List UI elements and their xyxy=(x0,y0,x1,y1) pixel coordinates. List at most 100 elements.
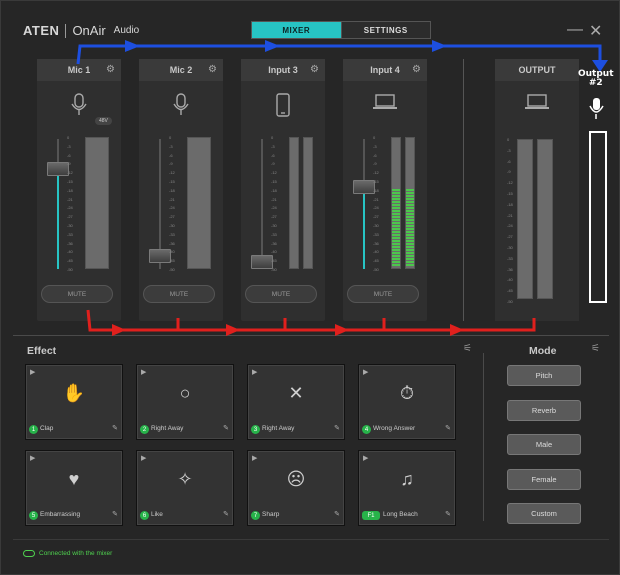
channel-1: Mic 1 ⚙ 48V 0 -3 -6 -9 -12 -15 -18 -21 -24 -27 -30… xyxy=(37,59,121,321)
mode-button-custom[interactable]: Custom xyxy=(507,503,581,524)
mute-button[interactable]: MUTE xyxy=(143,285,215,303)
edit-icon[interactable]: ✎ xyxy=(223,510,229,518)
mute-button[interactable]: MUTE xyxy=(41,285,113,303)
effect-card[interactable]: ▶ ✋ 1 Clap ✎ xyxy=(25,364,123,440)
effect-settings-icon[interactable]: ⚟ xyxy=(463,343,472,354)
channel-header: Input 4 ⚙ xyxy=(343,59,427,81)
gear-icon[interactable]: ⚙ xyxy=(208,64,217,75)
circle-icon: ○ xyxy=(179,383,191,403)
play-icon[interactable]: ▶ xyxy=(141,454,146,462)
phantom-power-badge[interactable]: 48V xyxy=(95,117,112,125)
effect-name: Long Beach xyxy=(383,511,418,518)
channel-header: Mic 2 ⚙ xyxy=(139,59,223,81)
effect-card[interactable]: ▶ ✕ 3 Right Away ✎ xyxy=(247,364,345,440)
link-icon xyxy=(23,550,35,557)
effect-number: 6 xyxy=(140,511,149,520)
effect-number: F1 xyxy=(362,511,380,520)
tab-settings[interactable]: SETTINGS xyxy=(340,22,430,38)
connection-status: Connected with the mixer xyxy=(23,550,112,557)
onair-audio-window: ATEN OnAir Audio MIXER SETTINGS — ✕ Mic … xyxy=(0,0,620,575)
play-icon[interactable]: ▶ xyxy=(363,368,368,376)
play-icon[interactable]: ▶ xyxy=(252,368,257,376)
channel-name: Mic 1 xyxy=(67,65,91,75)
level-meter xyxy=(85,137,109,269)
heart-icon: ♥ xyxy=(68,469,80,489)
tab-mixer[interactable]: MIXER xyxy=(252,22,341,38)
sparkle-icon: ✧ xyxy=(177,469,193,489)
effect-number: 5 xyxy=(29,511,38,520)
effect-name: Sharp xyxy=(262,511,280,518)
level-meter-left xyxy=(289,137,299,269)
close-icon[interactable]: ✕ xyxy=(589,21,602,41)
level-meter-right xyxy=(303,137,313,269)
output-meter-right xyxy=(537,139,553,299)
effect-name: Wrong Answer xyxy=(373,425,416,432)
edit-icon[interactable]: ✎ xyxy=(223,424,229,432)
fader-handle[interactable] xyxy=(251,255,273,269)
channel-header: Mic 1 ⚙ xyxy=(37,59,121,81)
effect-number: 3 xyxy=(251,425,260,434)
edit-icon[interactable]: ✎ xyxy=(334,510,340,518)
mode-title: Mode xyxy=(529,345,557,357)
level-meter xyxy=(187,137,211,269)
gear-icon[interactable]: ⚙ xyxy=(412,64,421,75)
edit-icon[interactable]: ✎ xyxy=(445,424,451,432)
channel-2: Mic 2 ⚙ 0 -3 -6 -9 -12 -15 -18 -21 -24 -27 -30 -33-… xyxy=(139,59,223,321)
product-name: OnAir xyxy=(72,23,106,38)
mute-button[interactable]: MUTE xyxy=(245,285,317,303)
play-icon[interactable]: ▶ xyxy=(141,368,146,376)
channel-4: Input 4 ⚙ 0 -3 -6 -9 -12 -15 -18 -21 -24 -27 -30 -3… xyxy=(343,59,427,321)
mode-divider xyxy=(483,353,484,521)
stopwatch-icon: ⏱ xyxy=(399,383,415,403)
clap-icon: ✋ xyxy=(62,383,86,403)
play-icon[interactable]: ▶ xyxy=(363,454,368,462)
mode-button-female[interactable]: Female xyxy=(507,468,581,490)
fader-fill xyxy=(57,169,59,269)
output-scale: 0 -3 -6 -9 -12 -15 -18 -21 -24 -27 -30 -33 -36 -40 -45… xyxy=(507,137,513,304)
gear-icon[interactable]: ⚙ xyxy=(310,64,319,75)
fader-track[interactable] xyxy=(261,139,263,269)
db-scale: 0 -3 -6 -9 -12 -15 -18 -21 -24 -27 -30 -33 -36 -40 -45… xyxy=(169,135,175,272)
x-icon: ✕ xyxy=(288,383,304,403)
effect-card[interactable]: ▶ ♥ 5 Embarrassing ✎ xyxy=(25,450,123,526)
effect-card[interactable]: ▶ ♫ F1 Long Beach ✎ xyxy=(358,450,456,526)
fader-handle[interactable] xyxy=(353,179,375,194)
status-text: Connected with the mixer xyxy=(39,550,113,557)
level-leds-left xyxy=(392,189,400,266)
title-bar: ATEN OnAir Audio MIXER SETTINGS — ✕ xyxy=(1,1,620,49)
app-logo: ATEN OnAir Audio xyxy=(23,23,139,38)
db-scale: 0 -3 -6 -9 -12 -15 -18 -21 -24 -27 -30 -33 -36 -40 -45… xyxy=(67,135,73,272)
product-suffix: Audio xyxy=(113,25,140,36)
gear-icon[interactable]: ⚙ xyxy=(106,64,115,75)
play-icon[interactable]: ▶ xyxy=(30,454,35,462)
effect-card[interactable]: ▶ ⏱ 4 Wrong Answer ✎ xyxy=(358,364,456,440)
edit-icon[interactable]: ✎ xyxy=(445,510,451,518)
db-scale: 0 -3 -6 -9 -12 -15 -18 -21 -24 -27 -30 -33 -36 -40 -45… xyxy=(271,135,277,272)
handdrawn-output-label: Output #2 xyxy=(578,70,614,88)
mode-settings-icon[interactable]: ⚟ xyxy=(591,343,600,354)
fader-handle[interactable] xyxy=(47,162,69,177)
effect-name: Right Away xyxy=(151,425,184,432)
mode-button-pitch[interactable]: Pitch xyxy=(507,365,581,386)
effect-name: Clap xyxy=(40,425,54,432)
edit-icon[interactable]: ✎ xyxy=(112,510,118,518)
output-name: OUTPUT xyxy=(518,65,556,75)
status-bar: Connected with the mixer xyxy=(13,539,609,569)
mute-button[interactable]: MUTE xyxy=(347,285,419,303)
handdrawn-line2: #2 xyxy=(588,78,603,88)
play-icon[interactable]: ▶ xyxy=(252,454,257,462)
effect-card[interactable]: ▶ ☹ 7 Sharp ✎ xyxy=(247,450,345,526)
effect-name: Embarrassing xyxy=(40,511,81,518)
minimize-icon[interactable]: — xyxy=(567,21,583,39)
fader-handle[interactable] xyxy=(149,249,171,264)
main-tabs: MIXER SETTINGS xyxy=(251,21,431,39)
effect-card[interactable]: ▶ ✧ 6 Like ✎ xyxy=(136,450,234,526)
effect-title: Effect xyxy=(27,345,57,357)
mode-button-male[interactable]: Male xyxy=(507,434,581,455)
mode-button-reverb[interactable]: Reverb xyxy=(507,399,581,421)
edit-icon[interactable]: ✎ xyxy=(334,424,340,432)
play-icon[interactable]: ▶ xyxy=(30,368,35,376)
effect-card[interactable]: ▶ ○ 2 Right Away ✎ xyxy=(136,364,234,440)
edit-icon[interactable]: ✎ xyxy=(112,424,118,432)
section-divider xyxy=(13,335,609,336)
